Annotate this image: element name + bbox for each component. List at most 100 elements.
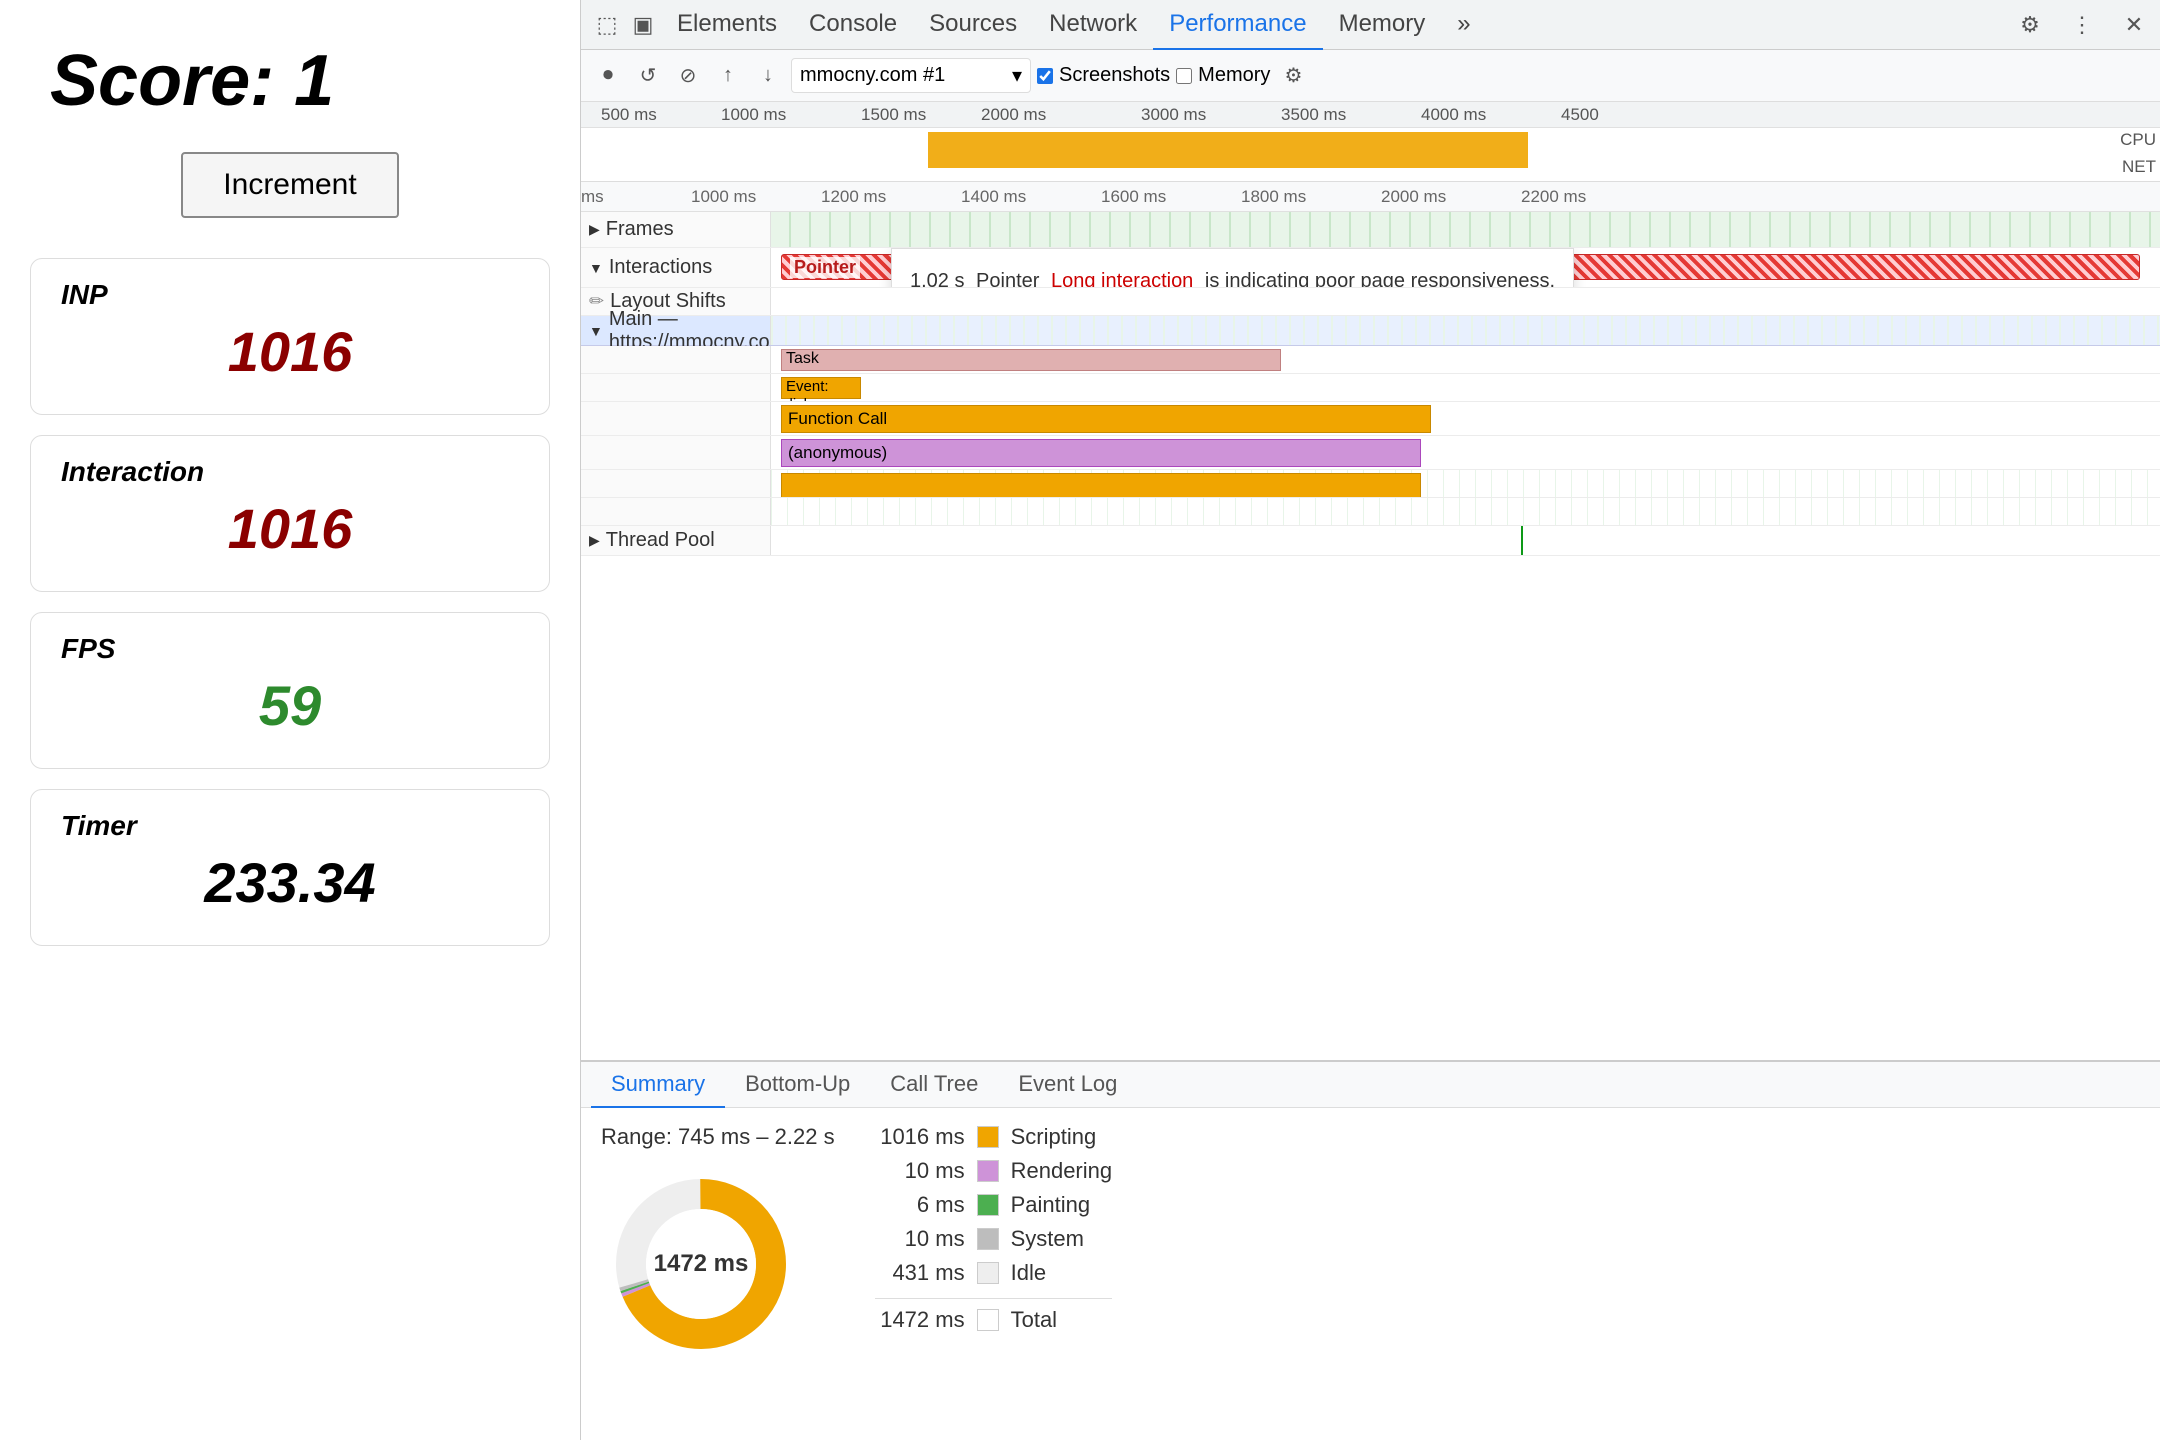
legend-idle-value: 431 ms (875, 1260, 965, 1286)
misc-track-2 (581, 498, 2160, 526)
upload-button[interactable]: ↑ (711, 59, 745, 93)
legend-scripting-value: 1016 ms (875, 1124, 965, 1150)
reload-button[interactable]: ↺ (631, 59, 665, 93)
legend-scripting: 1016 ms Scripting (875, 1124, 1113, 1150)
ruler-1800: 1800 ms (1241, 187, 1306, 207)
legend-total: 1472 ms Total (875, 1298, 1113, 1333)
tooltip-link[interactable]: Long interaction (1051, 270, 1193, 287)
tab-call-tree[interactable]: Call Tree (870, 1062, 998, 1108)
summary-legend: 1016 ms Scripting 10 ms Rendering 6 ms P… (875, 1124, 1113, 1424)
thread-pool-expand[interactable]: ▶ (589, 532, 600, 549)
devtools-tab-bar: ⬚ ▣ Elements Console Sources Network Per… (581, 0, 2160, 50)
url-dropdown-icon[interactable]: ▾ (1012, 63, 1022, 88)
interaction-tooltip: 1.02 s Pointer Long interaction is indic… (891, 248, 1574, 287)
memory-toggle: Memory (1176, 64, 1270, 87)
download-button[interactable]: ↓ (751, 59, 785, 93)
layout-shifts-canvas (771, 288, 2160, 315)
anon-label-col (581, 436, 771, 469)
anon-track: (anonymous) (581, 436, 2160, 470)
interactions-expand[interactable]: ▼ (589, 260, 603, 276)
main-thread-expand[interactable]: ▼ (589, 323, 603, 339)
screenshots-checkbox[interactable] (1037, 68, 1053, 84)
legend-system: 10 ms System (875, 1226, 1113, 1252)
interactions-canvas[interactable]: Pointer 1.02 s Pointer Long interaction … (771, 248, 2160, 287)
score-display: Score: 1 (30, 40, 334, 122)
time-2000: 2000 ms (981, 105, 1046, 125)
time-1000: 1000 ms (721, 105, 786, 125)
task-block[interactable]: Task (781, 349, 1281, 371)
tab-performance[interactable]: Performance (1153, 0, 1322, 50)
anon-block[interactable]: (anonymous) (781, 439, 1421, 467)
tab-network[interactable]: Network (1033, 0, 1153, 50)
clear-button[interactable]: ⊘ (671, 59, 705, 93)
url-display: mmocny.com #1 ▾ (791, 58, 1031, 93)
tab-event-log[interactable]: Event Log (998, 1062, 1137, 1108)
timer-card: Timer 233.34 (30, 789, 550, 946)
function-call-block[interactable]: Function Call (781, 405, 1431, 433)
tab-more[interactable]: » (1441, 0, 1486, 50)
time-3000: 3000 ms (1141, 105, 1206, 125)
legend-system-swatch (977, 1228, 999, 1250)
memory-label: Memory (1198, 64, 1270, 87)
frames-text: Frames (606, 218, 674, 241)
interactions-text: Interactions (609, 256, 712, 279)
record-button[interactable]: ⏺ (591, 59, 625, 93)
score-value: 1 (294, 41, 334, 121)
misc-label-1 (581, 470, 771, 497)
func-call-canvas: Function Call (771, 402, 2160, 435)
timer-value: 233.34 (61, 850, 519, 915)
frames-blocks (771, 212, 2160, 247)
capture-settings-button[interactable]: ⚙ (1276, 59, 1310, 93)
interaction-value: 1016 (61, 496, 519, 561)
tab-bottom-up[interactable]: Bottom-Up (725, 1062, 870, 1108)
close-icon[interactable]: ✕ (2116, 7, 2152, 43)
device-icon[interactable]: ▣ (625, 7, 661, 43)
legend-system-value: 10 ms (875, 1226, 965, 1252)
tab-elements[interactable]: Elements (661, 0, 793, 50)
time-3500: 3500 ms (1281, 105, 1346, 125)
cpu-label: CPU (2120, 130, 2156, 150)
thread-pool-label: ▶ Thread Pool (581, 526, 771, 555)
event-click-label-col (581, 374, 771, 401)
devtools-action-icons: ⚙ ⋮ ✕ (2012, 7, 2152, 43)
time-4500: 4500 (1561, 105, 1599, 125)
performance-toolbar: ⏺ ↺ ⊘ ↑ ↓ mmocny.com #1 ▾ Screenshots Me… (581, 50, 2160, 102)
overview-ruler: 500 ms 1000 ms 1500 ms 2000 ms 3000 ms 3… (581, 102, 2160, 128)
increment-button[interactable]: Increment (181, 152, 398, 218)
tooltip-type: Pointer (976, 270, 1039, 287)
tooltip-suffix: is indicating poor page responsiveness. (1205, 270, 1555, 287)
memory-checkbox[interactable] (1176, 68, 1192, 84)
more-options-icon[interactable]: ⋮ (2064, 7, 2100, 43)
tab-console[interactable]: Console (793, 0, 913, 50)
event-click-block[interactable]: Event: click (781, 377, 861, 399)
legend-painting-swatch (977, 1194, 999, 1216)
frames-expand[interactable]: ▶ (589, 221, 600, 238)
legend-idle-name: Idle (1011, 1260, 1046, 1286)
legend-painting-name: Painting (1011, 1192, 1091, 1218)
task-track: Task (581, 346, 2160, 374)
tab-sources[interactable]: Sources (913, 0, 1033, 50)
inp-value: 1016 (61, 319, 519, 384)
donut-chart: 1472 ms (601, 1164, 801, 1364)
donut-label: 1472 ms (654, 1250, 749, 1278)
tab-summary[interactable]: Summary (591, 1062, 725, 1108)
net-label: NET (2122, 157, 2156, 177)
extra-func-block[interactable] (781, 473, 1421, 497)
overview-bar[interactable]: 500 ms 1000 ms 1500 ms 2000 ms 3000 ms 3… (581, 102, 2160, 182)
cursor-icon[interactable]: ⬚ (589, 7, 625, 43)
legend-idle: 431 ms Idle (875, 1260, 1113, 1286)
ruler-ms: ms (581, 187, 604, 207)
time-4000: 4000 ms (1421, 105, 1486, 125)
legend-painting: 6 ms Painting (875, 1192, 1113, 1218)
timer-label: Timer (61, 810, 519, 842)
frames-track: ▶ Frames (581, 212, 2160, 248)
frames-canvas (771, 212, 2160, 247)
main-timeline-container: ms 1000 ms 1200 ms 1400 ms 1600 ms 1800 … (581, 182, 2160, 1060)
thread-pool-track: ▶ Thread Pool (581, 526, 2160, 556)
tab-memory[interactable]: Memory (1323, 0, 1442, 50)
settings-icon[interactable]: ⚙ (2012, 7, 2048, 43)
cpu-usage-block (928, 132, 1528, 168)
legend-scripting-name: Scripting (1011, 1124, 1097, 1150)
main-thread-label: ▼ Main — https://mmocny.co (581, 316, 771, 345)
interactions-label: ▼ Interactions (581, 248, 771, 287)
